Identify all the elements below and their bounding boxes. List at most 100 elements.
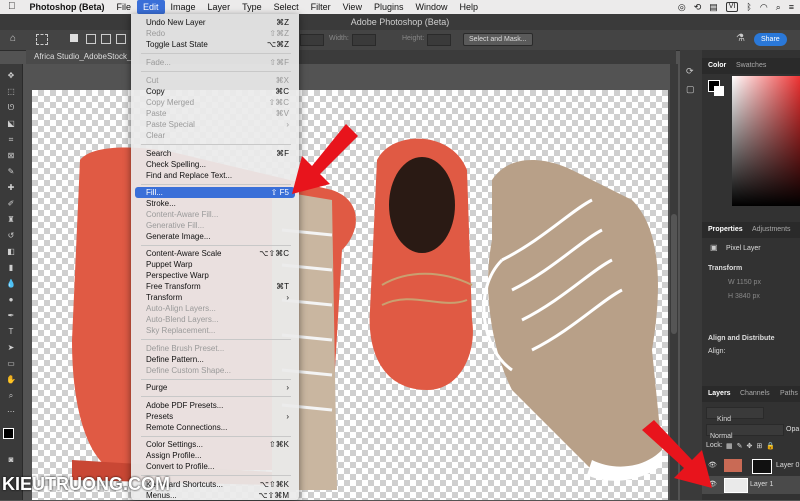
path-select-tool-icon[interactable]: ➤ <box>6 344 16 352</box>
type-tool-icon[interactable]: T <box>6 328 16 336</box>
menu-item-search[interactable]: Search ⌘F <box>135 148 295 159</box>
menu-item-presets[interactable]: Presets › <box>135 411 295 422</box>
menu-item-color-settings[interactable]: Color Settings... ⇧⌘K <box>135 439 295 450</box>
history-icon[interactable]: ⟳ <box>686 66 694 77</box>
foreground-color-swatch[interactable] <box>3 428 14 439</box>
intersect-selection-icon[interactable] <box>116 34 126 44</box>
eyedropper-tool-icon[interactable]: ✎ <box>6 168 16 176</box>
frame-tool-icon[interactable]: ⊠ <box>6 152 16 160</box>
tab-properties[interactable]: Properties <box>704 222 747 238</box>
transform-height[interactable]: H 3840 px <box>728 293 760 300</box>
tab-color[interactable]: Color <box>704 58 730 74</box>
sync-icon[interactable]: ⟲ <box>694 2 702 13</box>
menu-item-undo[interactable]: Undo New Layer ⌘Z <box>135 17 295 28</box>
wifi-icon[interactable]: ◠ <box>760 2 768 13</box>
hand-tool-icon[interactable]: ✋ <box>6 376 16 384</box>
search-icon[interactable]: ⌕ <box>776 2 781 13</box>
menu-help[interactable]: Help <box>454 0 485 14</box>
menu-item-stroke[interactable]: Stroke... <box>135 198 295 209</box>
new-selection-icon[interactable] <box>70 34 78 42</box>
object-select-tool-icon[interactable]: ⬕ <box>6 120 16 128</box>
menu-item-puppet-warp[interactable]: Puppet Warp <box>135 259 295 270</box>
layer-filter-select[interactable]: Kind <box>706 407 764 423</box>
control-center-icon[interactable]: ≡ <box>789 2 794 12</box>
menu-item-convert-profile[interactable]: Convert to Profile... <box>135 461 295 472</box>
menu-type[interactable]: Type <box>236 0 268 14</box>
move-tool-icon[interactable]: ✥ <box>6 72 16 80</box>
gradient-tool-icon[interactable]: ▮ <box>6 264 16 272</box>
eraser-tool-icon[interactable]: ◧ <box>6 248 16 256</box>
layer-mask-thumbnail[interactable] <box>752 459 772 474</box>
clipboard-icon[interactable]: ▤ <box>709 2 718 13</box>
menu-edit[interactable]: Edit <box>137 0 165 14</box>
layer-row-selected[interactable]: 👁 Layer 1 <box>702 476 800 494</box>
beaker-icon[interactable]: ⚗ <box>736 33 745 44</box>
subtract-selection-icon[interactable] <box>101 34 111 44</box>
tab-adjustments[interactable]: Adjustments <box>748 222 795 238</box>
dodge-tool-icon[interactable]: ● <box>6 296 16 304</box>
history-brush-tool-icon[interactable]: ↺ <box>6 232 16 240</box>
tab-paths[interactable]: Paths <box>776 386 800 402</box>
share-button[interactable]: Share <box>754 33 787 46</box>
zoom-tool-icon[interactable]: ⌕ <box>6 392 16 400</box>
tab-channels[interactable]: Channels <box>736 386 774 402</box>
layer-name[interactable]: Layer 0 <box>776 462 799 469</box>
scrollbar-thumb[interactable] <box>671 214 677 334</box>
menu-item-generate-image[interactable]: Generate Image... <box>135 231 295 242</box>
menu-item-fill[interactable]: Fill... ⇧ F5 <box>135 187 295 198</box>
menu-item-assign-profile[interactable]: Assign Profile... <box>135 450 295 461</box>
app-menu[interactable]: Photoshop (Beta) <box>24 0 111 14</box>
marquee-tool-icon[interactable]: ⬚ <box>6 88 16 96</box>
style-select[interactable] <box>300 34 324 46</box>
color-picker-field[interactable] <box>732 76 800 206</box>
menu-image[interactable]: Image <box>165 0 202 14</box>
transform-heading[interactable]: Transform <box>708 265 742 272</box>
tab-swatches[interactable]: Swatches <box>732 58 770 74</box>
menu-item-copy[interactable]: Copy ⌘C <box>135 86 295 97</box>
menu-select[interactable]: Select <box>268 0 305 14</box>
menu-file[interactable]: File <box>111 0 138 14</box>
clone-stamp-tool-icon[interactable]: ♜ <box>6 216 16 224</box>
quick-mask-icon[interactable]: ◙ <box>6 456 16 464</box>
brush-tool-icon[interactable]: ✐ <box>6 200 16 208</box>
menu-plugins[interactable]: Plugins <box>368 0 410 14</box>
layer-row[interactable]: 👁 Layer 0 <box>702 457 800 475</box>
layer-name[interactable]: Layer 1 <box>750 481 773 488</box>
add-selection-icon[interactable] <box>86 34 96 44</box>
menu-window[interactable]: Window <box>409 0 453 14</box>
document-tab[interactable]: Africa Studio_AdobeStock_ <box>26 50 140 64</box>
height-field[interactable] <box>427 34 451 46</box>
marquee-options-icon[interactable] <box>36 34 48 45</box>
menu-item-transform[interactable]: Transform › <box>135 292 295 303</box>
menu-item-find-replace[interactable]: Find and Replace Text... <box>135 170 295 181</box>
creative-cloud-icon[interactable]: ◎ <box>678 2 686 13</box>
menu-item-toggle-last-state[interactable]: Toggle Last State ⌥⌘Z <box>135 39 295 50</box>
more-tools-icon[interactable]: ⋯ <box>6 408 16 416</box>
input-source-badge[interactable]: VI <box>725 2 739 12</box>
menu-item-remote-connections[interactable]: Remote Connections... <box>135 422 295 433</box>
menu-item-purge[interactable]: Purge › <box>135 382 295 393</box>
menu-item-define-pattern[interactable]: Define Pattern... <box>135 354 295 365</box>
pen-tool-icon[interactable]: ✒ <box>6 312 16 320</box>
menu-layer[interactable]: Layer <box>202 0 237 14</box>
blur-tool-icon[interactable]: 💧 <box>6 280 16 288</box>
transform-width[interactable]: W 1150 px <box>728 279 761 286</box>
bluetooth-icon[interactable]: ᛒ <box>746 2 751 12</box>
menu-item-content-aware-scale[interactable]: Content-Aware Scale ⌥⇧⌘C <box>135 248 295 259</box>
rectangle-tool-icon[interactable]: ▭ <box>6 360 16 368</box>
align-heading[interactable]: Align and Distribute <box>708 335 775 342</box>
blend-mode-select[interactable]: Normal <box>706 424 784 440</box>
healing-tool-icon[interactable]: ✚ <box>6 184 16 192</box>
crop-tool-icon[interactable]: ⌗ <box>6 136 16 144</box>
menu-item-free-transform[interactable]: Free Transform ⌘T <box>135 281 295 292</box>
menu-item-check-spelling[interactable]: Check Spelling... <box>135 159 295 170</box>
lock-icons[interactable]: ▦✎✥⊞🔒 <box>726 442 779 450</box>
menu-filter[interactable]: Filter <box>305 0 337 14</box>
color-bg-swatch[interactable] <box>714 86 724 96</box>
width-field[interactable] <box>352 34 376 46</box>
home-icon[interactable]: ⌂ <box>10 33 16 44</box>
apple-menu-icon[interactable]:  <box>0 0 24 14</box>
lasso-tool-icon[interactable]: ᘎ <box>6 104 16 112</box>
comments-icon[interactable]: ▢ <box>686 84 695 95</box>
tab-layers[interactable]: Layers <box>704 386 735 402</box>
